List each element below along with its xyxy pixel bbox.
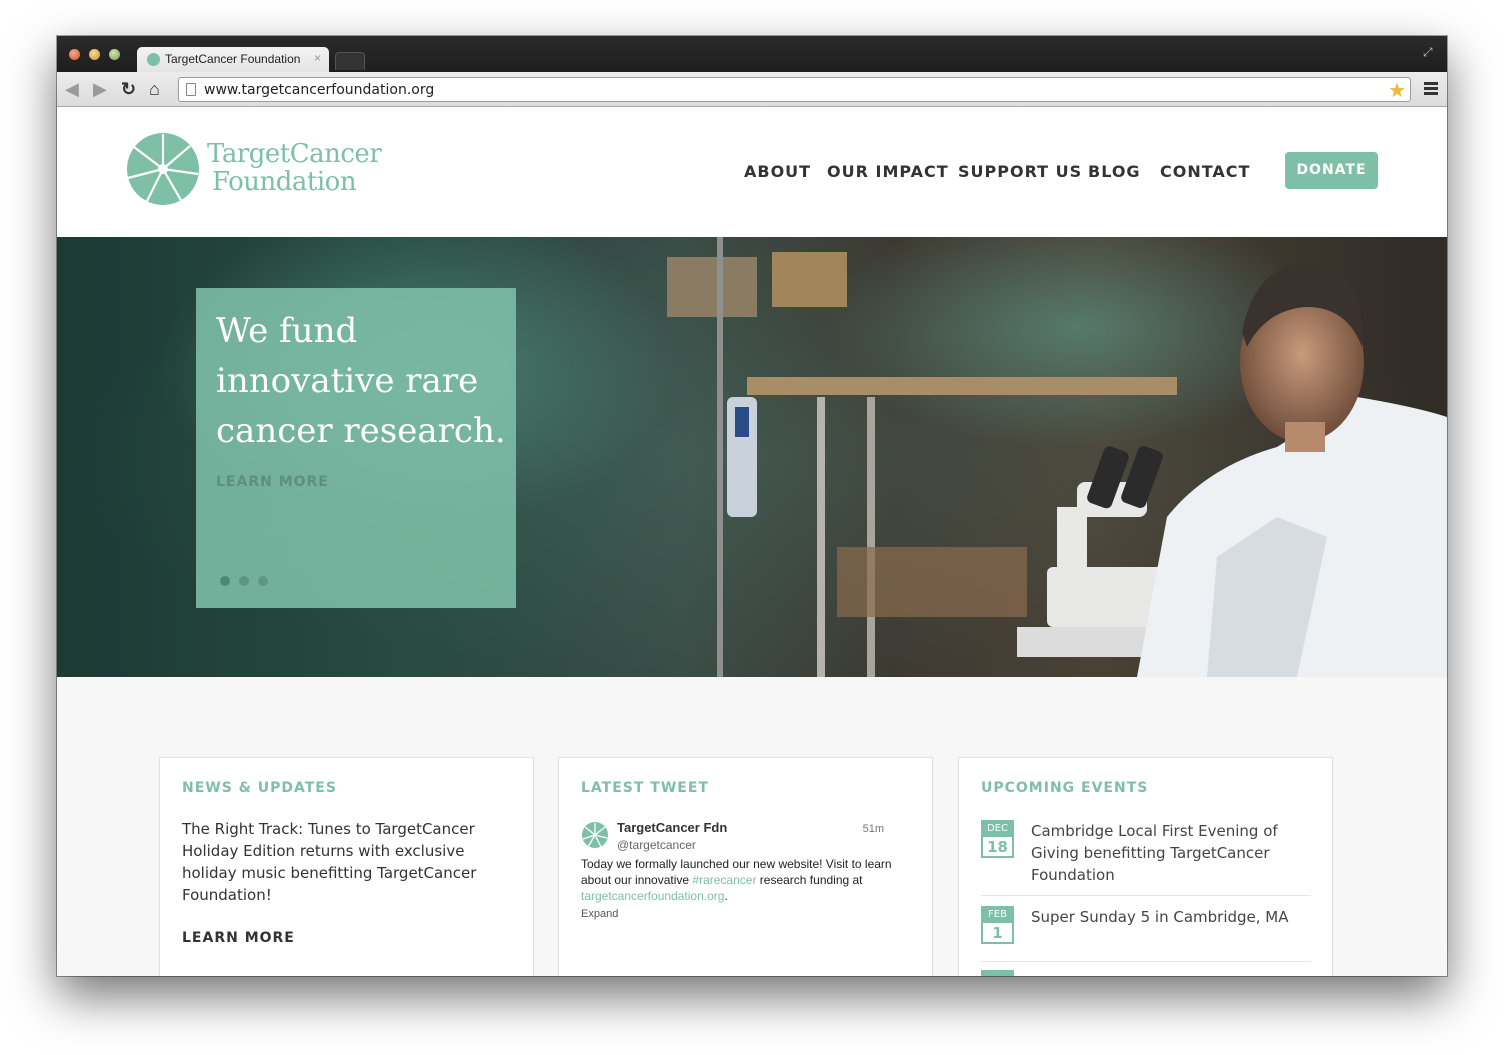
- tweet-title: LATEST TWEET: [581, 780, 709, 796]
- event-item[interactable]: FEB 1 Super Sunday 5 in Cambridge, MA: [981, 906, 1311, 962]
- news-card: NEWS & UPDATES The Right Track: Tunes to…: [159, 757, 534, 976]
- event-date-badge: [981, 970, 1014, 976]
- nav-our-impact[interactable]: OUR IMPACT: [827, 162, 949, 181]
- tweet-text-part: .: [724, 889, 728, 903]
- tab-title: TargetCancer Foundation: [165, 52, 301, 66]
- back-arrow-icon[interactable]: ◀: [65, 80, 79, 98]
- favicon-icon: [147, 53, 160, 66]
- new-tab-button[interactable]: [335, 52, 365, 70]
- slide-dot-1[interactable]: [220, 576, 230, 586]
- title-bar: TargetCancer Foundation × ⤢: [57, 36, 1447, 72]
- twitter-avatar[interactable]: [581, 821, 609, 849]
- tweet-text-part: research funding at: [756, 873, 863, 887]
- web-page: TargetCancer Foundation ABOUT OUR IMPACT…: [57, 108, 1447, 976]
- home-icon[interactable]: ⌂: [149, 80, 160, 98]
- news-body: The Right Track: Tunes to TargetCancer H…: [182, 820, 477, 904]
- event-title[interactable]: Super Sunday 5 in Cambridge, MA: [1031, 906, 1301, 928]
- logo-line-1: TargetCancer: [207, 139, 382, 169]
- fullscreen-icon[interactable]: ⤢: [1423, 45, 1437, 59]
- nav-contact[interactable]: CONTACT: [1160, 162, 1250, 181]
- tweet-hashtag-link[interactable]: #rarecancer: [692, 873, 756, 887]
- hero-caption-box: We fund innovative rare cancer research.…: [196, 288, 516, 608]
- slide-dot-2[interactable]: [239, 576, 249, 586]
- events-card: UPCOMING EVENTS DEC 18 Cambridge Local F…: [958, 757, 1333, 976]
- browser-toolbar: ◀ ▶ ↻ ⌂ www.targetcancerfoundation.org ★: [57, 72, 1447, 107]
- nav-about[interactable]: ABOUT: [744, 162, 811, 181]
- tweet-card: LATEST TWEET TargetCancer Fdn @targetcan…: [558, 757, 933, 976]
- event-item[interactable]: DEC 18 Cambridge Local First Evening of …: [981, 820, 1311, 896]
- nav-blog[interactable]: BLOG: [1088, 162, 1141, 181]
- event-month: [983, 972, 1012, 976]
- page-icon: [186, 83, 196, 96]
- logo-icon[interactable]: [126, 130, 200, 208]
- news-title: NEWS & UPDATES: [182, 780, 337, 796]
- menu-icon[interactable]: [1424, 82, 1438, 96]
- event-day: 18: [987, 838, 1008, 856]
- logo-wordmark[interactable]: TargetCancer Foundation: [207, 139, 382, 197]
- event-date-badge: FEB 1: [981, 906, 1014, 944]
- star-icon[interactable]: ★: [1388, 78, 1406, 103]
- nav-support-us[interactable]: SUPPORT US: [958, 162, 1082, 181]
- reload-icon[interactable]: ↻: [121, 80, 136, 98]
- event-item-partial[interactable]: [981, 970, 1311, 976]
- tab-close-icon[interactable]: ×: [314, 51, 321, 65]
- browser-window: TargetCancer Foundation × ⤢ ◀ ▶ ↻ ⌂ www.…: [57, 36, 1447, 976]
- event-month: FEB: [983, 908, 1012, 923]
- events-title: UPCOMING EVENTS: [981, 780, 1149, 796]
- tweet-url-link[interactable]: targetcancerfoundation.org: [581, 889, 724, 903]
- tweet-text: Today we formally launched our new websi…: [581, 856, 901, 904]
- close-window-button[interactable]: [69, 49, 80, 60]
- donate-button[interactable]: DONATE: [1285, 152, 1378, 189]
- forward-arrow-icon[interactable]: ▶: [93, 80, 107, 98]
- event-title[interactable]: Cambridge Local First Evening of Giving …: [1031, 820, 1301, 886]
- tweet-timestamp[interactable]: 51m: [863, 823, 884, 835]
- tweet-author-name[interactable]: TargetCancer Fdn: [617, 820, 727, 835]
- hero-learn-more-link[interactable]: LEARN MORE: [216, 474, 329, 490]
- event-month: DEC: [983, 822, 1012, 837]
- logo-line-2: Foundation: [212, 167, 357, 197]
- site-header: TargetCancer Foundation ABOUT OUR IMPACT…: [57, 108, 1447, 237]
- hero-headline: We fund innovative rare cancer research.: [216, 311, 506, 451]
- tweet-author-handle[interactable]: @targetcancer: [617, 838, 696, 852]
- url-text[interactable]: www.targetcancerfoundation.org: [204, 82, 434, 98]
- minimize-window-button[interactable]: [89, 49, 100, 60]
- news-learn-more-link[interactable]: LEARN MORE: [182, 930, 295, 946]
- event-date-badge: DEC 18: [981, 820, 1014, 858]
- event-day: 1: [992, 924, 1003, 942]
- hero-banner: We fund innovative rare cancer research.…: [57, 237, 1447, 677]
- zoom-window-button[interactable]: [109, 49, 120, 60]
- tweet-expand-link[interactable]: Expand: [581, 908, 618, 920]
- slide-dot-3[interactable]: [258, 576, 268, 586]
- browser-tab[interactable]: TargetCancer Foundation ×: [137, 47, 329, 72]
- address-bar[interactable]: www.targetcancerfoundation.org ★: [178, 77, 1411, 102]
